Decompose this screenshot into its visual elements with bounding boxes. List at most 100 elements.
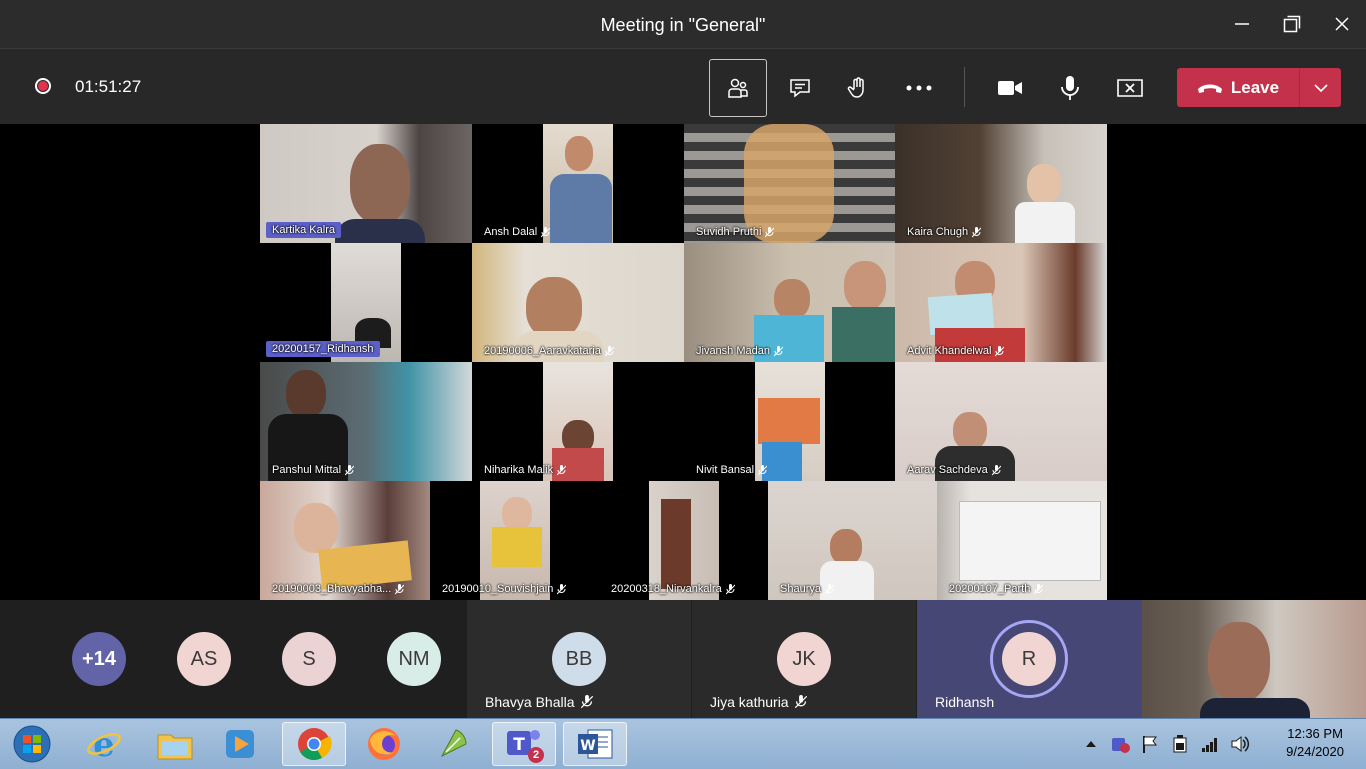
battery-icon[interactable] xyxy=(1170,734,1190,754)
more-options-button[interactable] xyxy=(890,59,948,117)
media-player-icon xyxy=(226,730,254,758)
video-tile[interactable]: 20200318_Nirvankalra xyxy=(599,481,768,600)
participant-name-tag: Ridhansh xyxy=(935,694,995,710)
participant-name-tag: Bhavya Bhalla xyxy=(485,694,593,710)
network-signal-icon[interactable] xyxy=(1200,734,1220,754)
video-tile[interactable]: Jivansh Madan xyxy=(684,243,895,362)
participant-name-tag: 20200157_Ridhansh xyxy=(266,341,380,357)
mic-off-icon xyxy=(557,583,567,594)
mic-off-icon xyxy=(345,464,355,475)
folder-icon xyxy=(157,734,193,760)
avatar: BB xyxy=(552,632,606,686)
participant-name-tag: Nivit Bansal xyxy=(696,464,768,476)
video-tile[interactable]: Panshul Mittal xyxy=(260,362,472,481)
mic-off-icon xyxy=(758,464,768,475)
video-tile[interactable]: Shaurya xyxy=(768,481,937,600)
avatar[interactable]: NM xyxy=(387,632,441,686)
video-tile[interactable]: Nivit Bansal xyxy=(684,362,895,481)
avatar[interactable]: S xyxy=(282,632,336,686)
video-tile[interactable]: 20190010_Souvishjain xyxy=(430,481,599,600)
participant-name-tag: Suvidh Pruthi xyxy=(696,226,775,238)
taskbar-chrome[interactable] xyxy=(282,722,346,766)
toolbar-divider xyxy=(964,67,965,107)
active-speaker-tile[interactable]: R Ridhansh xyxy=(917,600,1142,718)
video-tile[interactable]: Suvidh Pruthi xyxy=(684,124,895,243)
video-tile[interactable]: 20200107_Parth xyxy=(937,481,1107,600)
leave-button[interactable]: Leave xyxy=(1177,68,1299,107)
minimize-button[interactable] xyxy=(1218,0,1266,48)
close-window-button[interactable] xyxy=(1318,0,1366,48)
camera-button[interactable] xyxy=(981,59,1039,117)
clock-date: 9/24/2020 xyxy=(1286,744,1344,759)
video-tile[interactable]: 20200157_Ridhansh xyxy=(260,243,472,362)
microphone-icon xyxy=(1061,76,1079,100)
participant-name-tag: Ansh Dalal xyxy=(484,226,551,238)
leave-options-button[interactable] xyxy=(1300,68,1341,107)
participant-name-tag: 20200318_Nirvankalra xyxy=(611,583,735,595)
participants-button[interactable] xyxy=(709,59,767,117)
video-tile[interactable]: Advit Khandelwal xyxy=(895,243,1107,362)
mic-off-icon xyxy=(580,695,593,709)
show-hidden-icons-icon[interactable] xyxy=(1084,738,1098,750)
taskbar-word[interactable]: W xyxy=(563,722,627,766)
action-center-flag-icon[interactable] xyxy=(1140,734,1160,754)
raise-hand-button[interactable] xyxy=(829,59,887,117)
chrome-icon xyxy=(298,728,332,761)
taskbar-media-player[interactable] xyxy=(208,722,272,766)
mic-off-icon xyxy=(972,226,982,237)
mic-off-icon xyxy=(824,583,834,594)
teams-tray-icon[interactable] xyxy=(1110,734,1130,754)
taskbar-clock[interactable]: 12:36 PM 9/24/2020 xyxy=(1286,725,1344,761)
start-button[interactable] xyxy=(2,722,62,766)
avatar-initials: BB xyxy=(565,647,593,670)
taskbar-corel-draw[interactable] xyxy=(422,722,486,766)
taskbar-file-explorer[interactable] xyxy=(143,722,207,766)
mic-off-icon xyxy=(774,345,783,356)
participant-strip: +14 AS S NM BB Bhavya Bhalla JK Jiya kat… xyxy=(0,600,1366,718)
hand-icon xyxy=(847,77,864,98)
overflow-participants-avatar[interactable]: +14 xyxy=(72,632,126,686)
video-tile[interactable]: 20190003_Bhavyabha... xyxy=(260,481,430,600)
chat-button[interactable] xyxy=(771,59,829,117)
title-bar: Meeting in "General" xyxy=(0,0,1366,48)
participant-name-tag: 20190006_Aaravkataria xyxy=(484,345,614,357)
self-video-tile[interactable] xyxy=(1142,600,1366,718)
participant-name-tag: Kartika Kalra xyxy=(266,222,341,238)
video-tile[interactable]: Ansh Dalal xyxy=(472,124,684,243)
internet-explorer-icon: e xyxy=(87,725,121,763)
video-tile[interactable]: Kartika Kalra xyxy=(260,124,472,243)
meeting-timer: 01:51:27 xyxy=(75,77,142,96)
video-tile[interactable]: Niharika Malik xyxy=(472,362,684,481)
svg-text:W: W xyxy=(580,738,595,754)
video-tile[interactable]: 20190006_Aaravkataria xyxy=(472,243,684,362)
clock-time: 12:36 PM xyxy=(1287,726,1343,741)
avatar-initials: AS xyxy=(190,647,218,670)
taskbar-firefox[interactable] xyxy=(352,722,416,766)
video-tile[interactable]: Kaira Chugh xyxy=(895,124,1107,243)
leave-control: Leave xyxy=(1177,68,1341,107)
mic-off-icon xyxy=(794,695,807,709)
word-icon: W xyxy=(578,729,613,759)
mic-off-icon xyxy=(604,345,614,356)
avatar-initials: NM xyxy=(398,647,430,670)
chat-icon xyxy=(790,79,810,98)
restore-button[interactable] xyxy=(1268,0,1316,48)
window-title: Meeting in "General" xyxy=(600,15,766,35)
taskbar-internet-explorer[interactable]: e xyxy=(72,722,136,766)
microphone-button[interactable] xyxy=(1041,59,1099,117)
participant-tile[interactable]: BB Bhavya Bhalla xyxy=(467,600,691,718)
more-icon xyxy=(906,85,932,91)
taskbar-teams[interactable]: T 2 xyxy=(492,722,556,766)
participant-tile[interactable]: JK Jiya kathuria xyxy=(692,600,916,718)
pen-app-icon xyxy=(440,729,467,758)
participant-name-tag: Advit Khandelwal xyxy=(907,345,1005,357)
leave-label: Leave xyxy=(1230,77,1280,97)
meeting-toolbar: 01:51:27 Leave xyxy=(0,48,1366,124)
avatar[interactable]: AS xyxy=(177,632,231,686)
share-screen-button[interactable] xyxy=(1101,59,1159,117)
participant-name-tag: Aarav Sachdeva xyxy=(907,464,1001,476)
video-tile[interactable]: Aarav Sachdeva xyxy=(895,362,1107,481)
participant-name-tag: Jiya kathuria xyxy=(710,694,807,710)
avatar: R xyxy=(1002,632,1056,686)
volume-icon[interactable] xyxy=(1230,734,1250,754)
